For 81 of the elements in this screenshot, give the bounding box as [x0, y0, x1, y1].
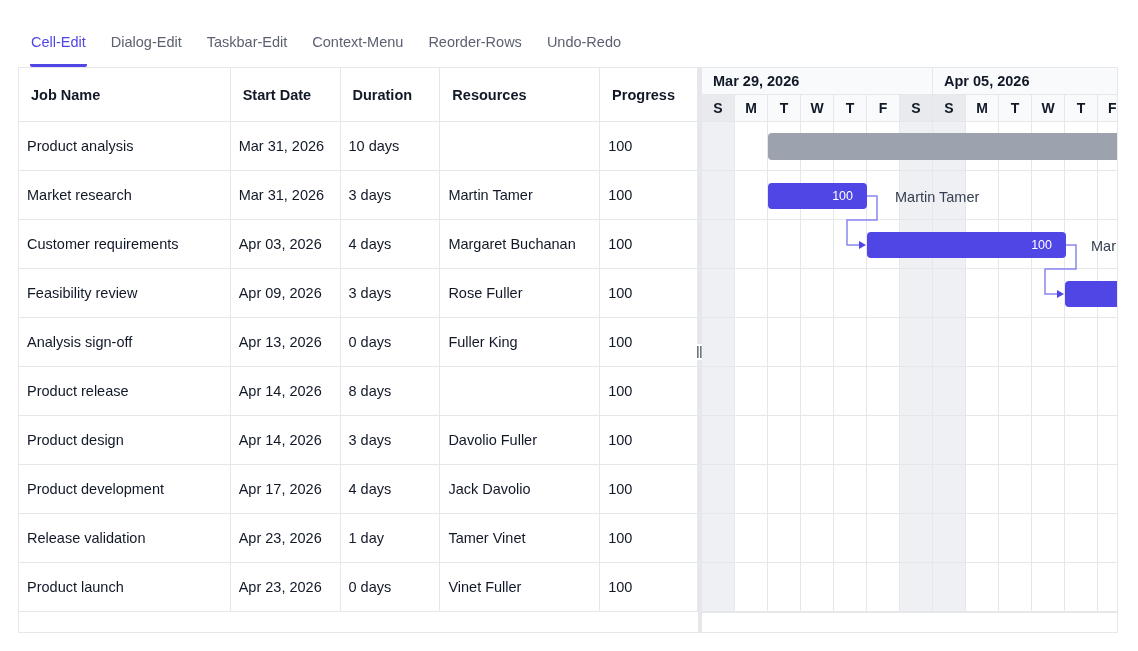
table-cell: 100 [608, 138, 633, 154]
table-cell: Apr 13, 2026 [238, 334, 322, 350]
table-cell: Release validation [27, 530, 146, 546]
day-header: M [966, 95, 999, 121]
day-header: M [735, 95, 768, 121]
table-cell: Vinet Fuller [448, 579, 522, 595]
tab[interactable]: Dialog-Edit [109, 28, 183, 67]
table-cell: 100 [608, 383, 633, 399]
day-header: T [1065, 95, 1098, 121]
table-cell: 100 [608, 530, 633, 546]
table-cell: 1 day [348, 530, 384, 546]
column-header[interactable]: Job Name [19, 68, 231, 121]
table-cell: Apr 14, 2026 [238, 383, 322, 399]
table-cell: Davolio Fuller [448, 432, 538, 448]
column-header[interactable]: Duration [340, 68, 441, 121]
table-cell: Mar 31, 2026 [238, 187, 325, 203]
table-cell: 100 [608, 334, 633, 350]
table-cell: Rose Fuller [448, 285, 523, 301]
task-bar[interactable] [867, 232, 1066, 258]
splitter-handle-icon[interactable] [697, 344, 702, 360]
table-cell: 100 [608, 236, 633, 252]
tab[interactable]: Taskbar-Edit [205, 28, 289, 67]
table-cell: Analysis sign-off [27, 334, 133, 350]
day-header: S [933, 95, 966, 121]
day-header: T [768, 95, 801, 121]
day-header: S [900, 95, 933, 121]
day-header: F [1107, 99, 1117, 118]
table-cell: 100 [608, 481, 633, 497]
table-cell: 100 [608, 187, 633, 203]
table-cell: 3 days [348, 285, 392, 301]
table-cell: Product release [27, 383, 129, 399]
table-cell: Customer requirements [27, 236, 179, 252]
tab[interactable]: Reorder-Rows [427, 28, 523, 67]
column-header[interactable]: Start Date [230, 68, 341, 121]
table-cell: 3 days [348, 432, 392, 448]
table-cell: Product development [27, 481, 165, 497]
table-cell: Apr 23, 2026 [238, 579, 322, 595]
week-label: Mar 29, 2026 [713, 73, 800, 89]
summary-bar[interactable] [768, 133, 1117, 160]
table-cell: Market research [27, 187, 132, 203]
table-cell: Product analysis [27, 138, 134, 154]
day-header: T [999, 95, 1032, 121]
tab[interactable]: Context-Menu [311, 28, 405, 67]
table-cell: 3 days [348, 187, 392, 203]
progress-label: 100 [832, 189, 853, 203]
table-cell: Feasibility review [27, 285, 138, 301]
column-header[interactable]: Resources [440, 68, 601, 121]
resource-label: Mar [1091, 238, 1116, 254]
table-cell: 100 [608, 432, 633, 448]
table-cell: Margaret Buchanan [448, 236, 576, 252]
progress-label: 100 [1031, 238, 1052, 252]
table-cell: Apr 03, 2026 [238, 236, 322, 252]
table-cell: 4 days [348, 481, 392, 497]
day-header: S [702, 95, 735, 121]
table-cell: Apr 09, 2026 [238, 285, 322, 301]
table-cell: 0 days [348, 334, 392, 350]
table-cell: 10 days [348, 138, 400, 154]
table-cell: 4 days [348, 236, 392, 252]
day-header: T [834, 95, 867, 121]
table-cell: Apr 14, 2026 [238, 432, 322, 448]
tab[interactable]: Undo-Redo [545, 28, 623, 67]
table-cell: Apr 17, 2026 [238, 481, 322, 497]
table-cell: 100 [608, 579, 633, 595]
table-cell: Fuller King [448, 334, 518, 350]
table-cell: Tamer Vinet [448, 530, 526, 546]
table-cell: Jack Davolio [448, 481, 531, 497]
table-cell: 100 [608, 285, 633, 301]
column-header[interactable]: Progress [600, 68, 698, 121]
table-cell: Apr 23, 2026 [238, 530, 322, 546]
task-bar[interactable] [768, 183, 867, 209]
table-cell: 8 days [348, 383, 392, 399]
table-cell: Product design [27, 432, 124, 448]
day-header: W [1032, 95, 1065, 121]
table-cell: Product launch [27, 579, 124, 595]
resource-label: Martin Tamer [895, 189, 980, 205]
day-header: W [801, 95, 834, 121]
tab[interactable]: Cell-Edit [30, 28, 87, 67]
table-cell: 0 days [348, 579, 392, 595]
table-cell: Martin Tamer [448, 187, 533, 203]
week-label: Apr 05, 2026 [944, 73, 1030, 89]
table-cell: Mar 31, 2026 [238, 138, 325, 154]
